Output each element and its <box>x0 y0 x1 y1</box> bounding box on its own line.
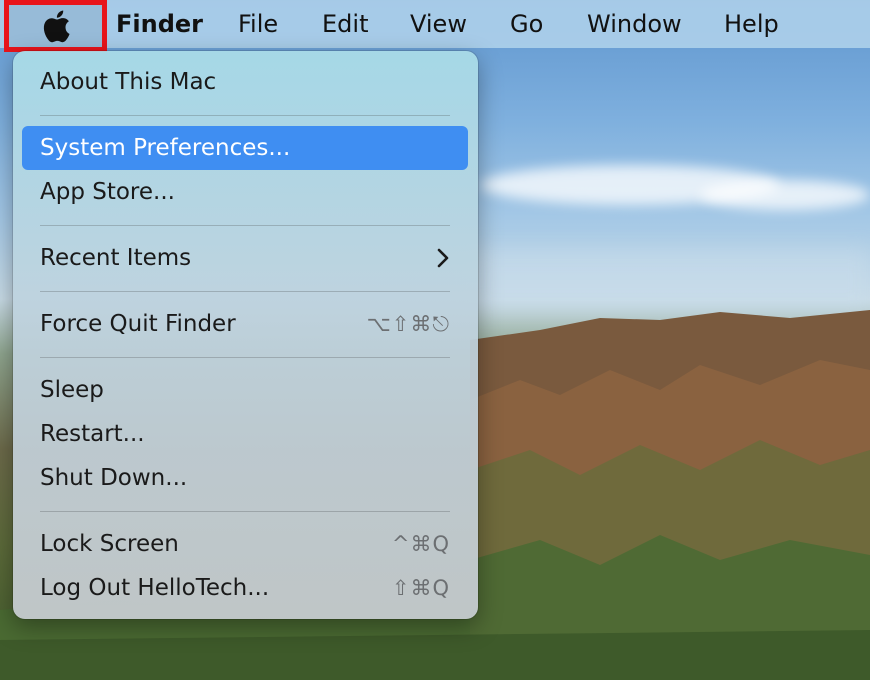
keyboard-shortcut: ⌥⇧⌘⎋ <box>366 312 450 336</box>
menu-item-force-quit[interactable]: Force Quit Finder ⌥⇧⌘⎋ <box>22 302 468 346</box>
apple-menu-dropdown: About This Mac System Preferences... App… <box>13 51 478 619</box>
chevron-right-icon <box>437 248 449 268</box>
menu-item-label: Shut Down... <box>40 465 188 491</box>
menu-item-recent-items[interactable]: Recent Items <box>22 236 468 280</box>
menubar-edit[interactable]: Edit <box>322 0 368 48</box>
keyboard-shortcut: ⇧⌘Q <box>391 576 450 600</box>
menu-item-log-out[interactable]: Log Out HelloTech... ⇧⌘Q <box>22 566 468 610</box>
menu-item-label: System Preferences... <box>40 135 291 161</box>
menubar-file[interactable]: File <box>238 0 278 48</box>
menu-separator <box>40 357 450 358</box>
menu-item-about-this-mac[interactable]: About This Mac <box>22 60 468 104</box>
menu-item-system-preferences[interactable]: System Preferences... <box>22 126 468 170</box>
menu-separator <box>40 291 450 292</box>
menu-item-label: Restart... <box>40 421 145 447</box>
menu-item-label: Log Out HelloTech... <box>40 575 270 601</box>
menu-item-shut-down[interactable]: Shut Down... <box>22 456 468 500</box>
menu-item-app-store[interactable]: App Store... <box>22 170 468 214</box>
menu-item-label: Force Quit Finder <box>40 311 236 337</box>
menu-separator <box>40 511 450 512</box>
menu-bar: Finder File Edit View Go Window Help <box>0 0 870 52</box>
keyboard-shortcut: ^⌘Q <box>391 532 450 556</box>
menu-separator <box>40 115 450 116</box>
apple-logo-icon <box>43 10 70 43</box>
apple-menu-button[interactable] <box>4 0 107 52</box>
menu-separator <box>40 225 450 226</box>
menubar-window[interactable]: Window <box>587 0 682 48</box>
menubar-help[interactable]: Help <box>724 0 779 48</box>
menu-item-lock-screen[interactable]: Lock Screen ^⌘Q <box>22 522 468 566</box>
menubar-view[interactable]: View <box>410 0 467 48</box>
menu-item-restart[interactable]: Restart... <box>22 412 468 456</box>
menubar-go[interactable]: Go <box>510 0 543 48</box>
menubar-app-name[interactable]: Finder <box>116 0 203 48</box>
menu-item-label: Sleep <box>40 377 104 403</box>
menu-item-label: Lock Screen <box>40 531 179 557</box>
menu-item-label: About This Mac <box>40 69 217 95</box>
menu-item-sleep[interactable]: Sleep <box>22 368 468 412</box>
menu-item-label: App Store... <box>40 179 175 205</box>
menu-item-label: Recent Items <box>40 245 192 271</box>
